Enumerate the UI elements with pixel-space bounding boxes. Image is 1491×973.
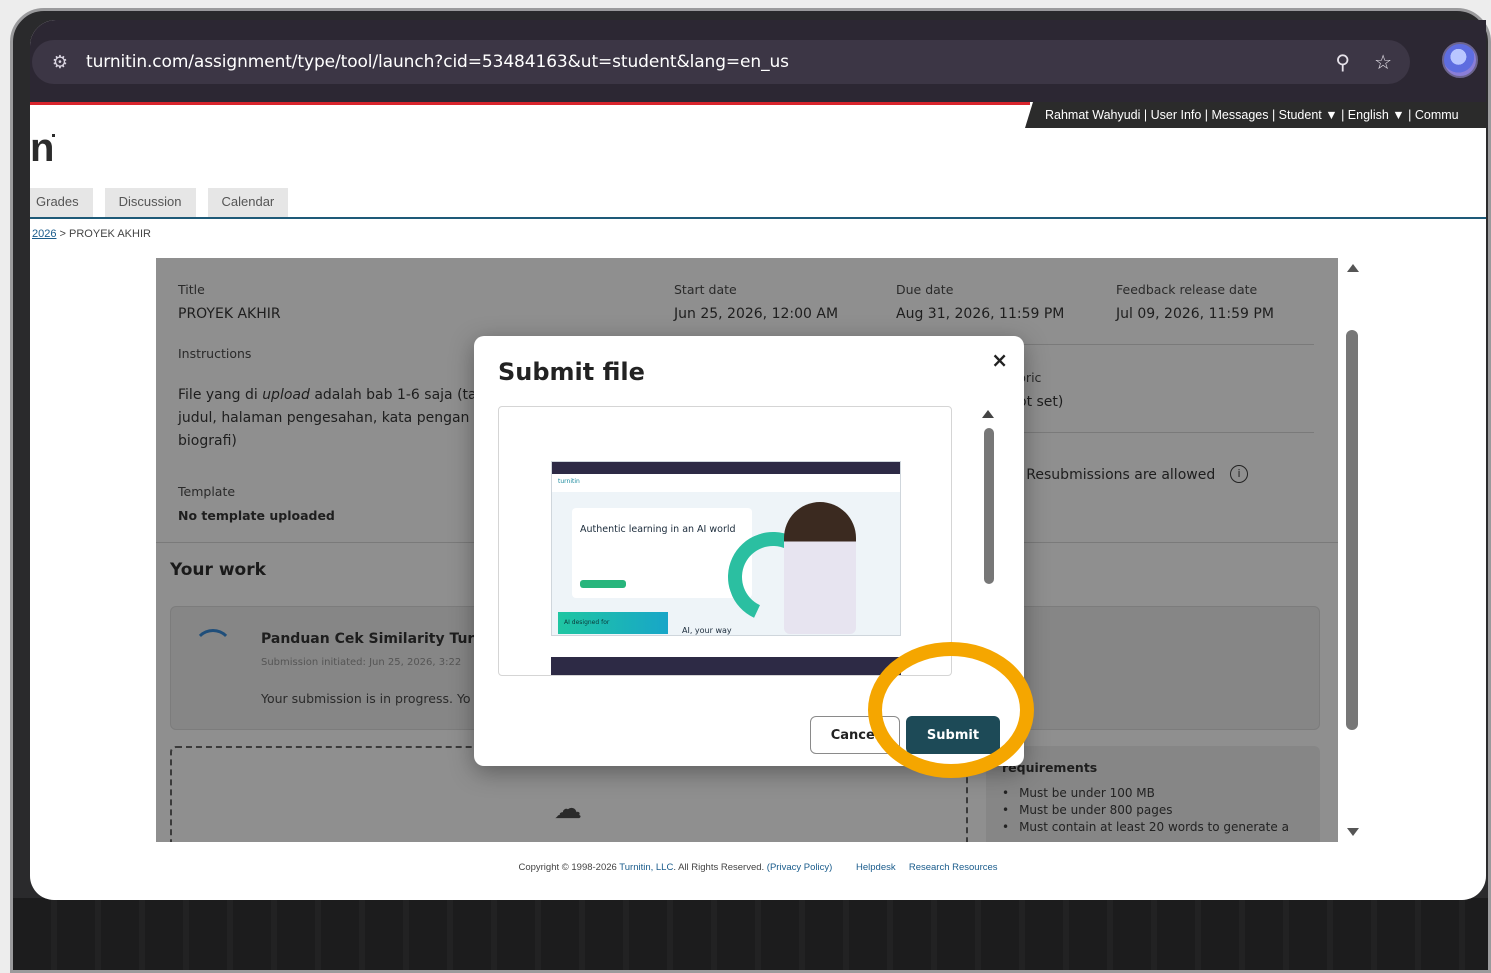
top-user-nav[interactable]: Rahmat Wahyudi | User Info | Messages | … <box>1025 102 1486 128</box>
loading-spinner-icon <box>193 629 233 669</box>
submit-highlight-ring <box>868 642 1034 778</box>
preview-subline: AI, your way <box>682 626 732 635</box>
file-preview[interactable]: turnitin Authentic learning in an AI wor… <box>498 406 952 676</box>
template-label: Template <box>178 484 236 499</box>
turnitin-link[interactable]: Turnitin, LLC <box>619 862 673 873</box>
logo-dot <box>52 134 55 137</box>
page-footer: Copyright © 1998-2026 Turnitin, LLC. All… <box>30 862 1486 873</box>
your-work-heading: Your work <box>170 560 266 580</box>
scroll-down-arrow-icon[interactable] <box>1347 828 1359 836</box>
close-icon[interactable]: × <box>991 348 1008 372</box>
requirement-item: Must contain at least 20 words to genera… <box>1002 820 1289 834</box>
profile-avatar[interactable] <box>1442 42 1478 78</box>
due-date-label: Due date <box>896 282 954 297</box>
tab-discussion[interactable]: Discussion <box>104 188 196 217</box>
bookmark-star-icon[interactable]: ☆ <box>1374 50 1392 74</box>
class-tabs: Grades Discussion Calendar <box>30 188 289 217</box>
template-value: No template uploaded <box>178 508 335 523</box>
research-link[interactable]: Research Resources <box>909 862 998 873</box>
browser-toolbar: ⚙ turnitin.com/assignment/type/tool/laun… <box>30 20 1486 102</box>
breadcrumb-link[interactable]: 2026 <box>32 228 56 240</box>
title-label: Title <box>178 282 205 297</box>
site-settings-icon[interactable]: ⚙ <box>40 52 80 73</box>
preview-page-image: turnitin Authentic learning in an AI wor… <box>551 461 901 636</box>
submission-status: Your submission is in progress. Yo <box>261 691 471 706</box>
info-icon[interactable]: i <box>1230 465 1248 483</box>
brand-accent-line <box>30 102 1030 105</box>
feedback-date: Jul 09, 2026, 11:59 PM <box>1116 306 1274 322</box>
feedback-date-label: Feedback release date <box>1116 282 1258 297</box>
scroll-up-arrow-icon[interactable] <box>1347 264 1359 272</box>
keyboard-area <box>13 898 1488 970</box>
requirement-item: Must be under 800 pages <box>1002 803 1289 817</box>
top-nav-links[interactable]: Rahmat Wahyudi | User Info | Messages | … <box>1045 108 1459 122</box>
browser-screen: ⚙ turnitin.com/assignment/type/tool/laun… <box>30 20 1486 900</box>
tab-calendar[interactable]: Calendar <box>207 188 289 217</box>
url-text[interactable]: turnitin.com/assignment/type/tool/launch… <box>86 52 789 72</box>
instructions-text: File yang di upload adalah bab 1-6 saja … <box>178 387 477 449</box>
breadcrumb: 2026 > PROYEK AKHIR <box>32 228 151 240</box>
instructions-label: Instructions <box>178 346 252 361</box>
requirement-item: Must be under 100 MB <box>1002 786 1289 800</box>
rights-text: . All Rights Reserved. <box>673 862 767 873</box>
assignment-title: PROYEK AKHIR <box>178 306 281 322</box>
rubric-divider <box>1018 432 1314 433</box>
requirements-list: Must be under 100 MB Must be under 800 p… <box>1002 786 1289 837</box>
copyright-text: Copyright © 1998-2026 <box>518 862 620 873</box>
page-scrollbar[interactable] <box>1338 258 1368 842</box>
preview-page-2 <box>551 657 901 675</box>
start-date: Jun 25, 2026, 12:00 AM <box>674 306 839 322</box>
tab-grades[interactable]: Grades <box>30 188 93 217</box>
dialog-title: Submit file <box>498 358 645 386</box>
resubmission-note: ' Resubmissions are allowed <box>1018 467 1216 483</box>
zoom-icon[interactable]: ⚲ <box>1335 50 1350 74</box>
helpdesk-link[interactable]: Helpdesk <box>856 862 896 873</box>
turnitin-logo[interactable]: n <box>30 126 54 171</box>
due-date: Aug 31, 2026, 11:59 PM <box>896 306 1065 322</box>
start-date-label: Start date <box>674 282 737 297</box>
rubric-value: ot set) <box>1018 394 1064 410</box>
submission-title: Panduan Cek Similarity Turni <box>261 631 490 647</box>
address-bar[interactable]: ⚙ turnitin.com/assignment/type/tool/laun… <box>32 40 1410 84</box>
file-requirements: requirements Must be under 100 MB Must b… <box>986 746 1320 842</box>
dialog-scroll-thumb[interactable] <box>984 428 994 584</box>
tab-underline <box>30 217 1486 219</box>
dialog-scroll-up-icon[interactable] <box>982 410 994 418</box>
preview-headline: Authentic learning in an AI world <box>580 524 736 535</box>
preview-tag: AI designed for <box>558 612 668 634</box>
privacy-link[interactable]: (Privacy Policy) <box>767 862 832 873</box>
cloud-upload-icon: ☁ <box>554 792 582 825</box>
scroll-thumb[interactable] <box>1346 330 1358 730</box>
submission-meta: Submission initiated: Jun 25, 2026, 3:22 <box>261 657 462 668</box>
breadcrumb-current: > PROYEK AKHIR <box>59 228 151 240</box>
